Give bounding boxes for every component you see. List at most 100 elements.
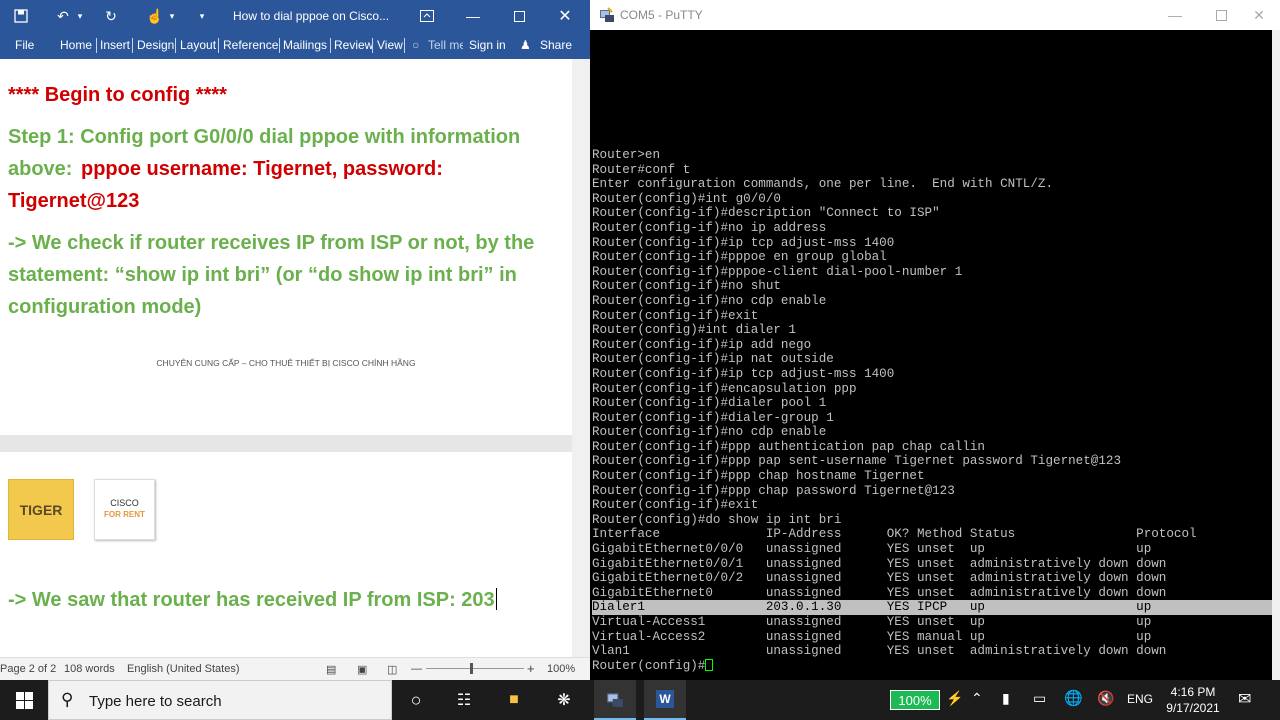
terminal-line: Router#conf t (592, 162, 691, 177)
file-explorer-icon[interactable]: ■ (494, 680, 534, 720)
tab-review[interactable]: Review (334, 38, 373, 52)
cortana-icon[interactable]: ○ (396, 680, 436, 720)
vertical-scrollbar[interactable] (572, 59, 590, 657)
minimize-icon[interactable]: — (1152, 0, 1198, 30)
tiger-logo: TIGER (8, 479, 74, 540)
terminal-line: Router(config-if)#ppp authentication pap… (592, 439, 985, 454)
language-indicator[interactable]: English (United States) (127, 663, 240, 675)
terminal-line: Router(config-if)#ip tcp adjust-mss 1400 (592, 235, 895, 250)
tab-mailings[interactable]: Mailings (283, 38, 327, 52)
task-view-icon[interactable]: ☷ (444, 680, 484, 720)
read-mode-icon[interactable]: ▤ (326, 663, 336, 676)
notifications-icon[interactable]: ✉ (1238, 689, 1251, 709)
terminal-line: GigabitEthernet0/0/1 unassigned YES unse… (592, 556, 1167, 571)
chevron-down-icon[interactable]: ▾ (70, 0, 90, 32)
power-plug-icon[interactable]: ⚡ (946, 690, 963, 707)
zoom-slider-thumb[interactable] (470, 663, 473, 674)
network-globe-icon[interactable]: 🌐 (1064, 689, 1083, 707)
terminal-line: Router(config-if)#no cdp enable (592, 425, 827, 440)
share-icon: ♟ (520, 38, 531, 52)
tab-layout[interactable]: Layout (180, 38, 216, 52)
save-icon[interactable] (6, 0, 36, 32)
terminal-line: Router(config-if)#description "Connect t… (592, 206, 940, 221)
input-language[interactable]: ENG (1127, 692, 1153, 706)
terminal-line: Router(config-if)#ppp pap sent-username … (592, 454, 1122, 469)
tab-design[interactable]: Design (137, 38, 174, 52)
check-line3: configuration mode) (8, 296, 202, 318)
maximize-icon[interactable] (504, 0, 534, 32)
putty-taskbar-icon[interactable] (594, 680, 636, 720)
putty-window: COM5 - PuTTY — ✕ Router>en Router#conf tE… (590, 0, 1280, 680)
sign-in-link[interactable]: Sign in (469, 38, 506, 52)
terminal-line: Interface IP-Address OK? Method Status P… (592, 527, 1197, 542)
tab-home[interactable]: Home (60, 38, 92, 52)
lightbulb-icon: ○ (412, 38, 420, 52)
terminal-output[interactable]: Router>en Router#conf t Enter configuratio… (592, 148, 1272, 680)
check-line2: statement: “show ip int bri” (or “do sho… (8, 264, 517, 286)
zoom-in-icon[interactable]: + (527, 661, 535, 676)
terminal-scrollbar[interactable] (1272, 30, 1280, 680)
battery-icon[interactable]: ▭ (1033, 690, 1046, 707)
terminal-line: Router(config-if)#pppoe-client dial-pool… (592, 264, 963, 279)
minimize-icon[interactable]: — (458, 0, 488, 32)
volume-muted-icon[interactable]: 🔇 (1097, 690, 1114, 707)
clock-date: 9/17/2021 (1166, 701, 1220, 715)
status-bar: Page 2 of 2 108 words English (United St… (0, 657, 590, 680)
tell-me-search[interactable]: Tell me (428, 38, 463, 52)
result-line: -> We saw that router has received IP fr… (8, 588, 497, 611)
terminal-line: Router(config-if)#pppoe en group global (592, 250, 887, 265)
battery-indicator[interactable]: 100% (890, 690, 940, 710)
close-icon[interactable]: ✕ (1236, 0, 1280, 30)
terminal-line: Router(config-if)#ppp chap password Tige… (592, 483, 955, 498)
redo-icon[interactable]: ↻ (96, 0, 126, 32)
taskbar-search-box[interactable]: ⚲ Type here to search (48, 680, 392, 720)
terminal-line: Router(config-if)#encapsulation ppp (592, 381, 857, 396)
terminal-line: GigabitEthernet0/0/0 unassigned YES unse… (592, 542, 1152, 557)
step1-line2-prefix: above: (8, 158, 73, 180)
word-taskbar-icon[interactable]: W (644, 680, 686, 720)
step1-line1: Step 1: Config port G0/0/0 dial pppoe wi… (8, 126, 521, 148)
search-icon: ⚲ (61, 690, 74, 709)
windows-start-icon[interactable] (0, 680, 48, 720)
browser-icon[interactable]: ❋ (544, 680, 584, 720)
terminal-line: Router(config)#int g0/0/0 (592, 191, 781, 206)
putty-title: COM5 - PuTTY (620, 8, 703, 22)
tab-insert[interactable]: Insert (100, 38, 130, 52)
clock[interactable]: 4:16 PM 9/17/2021 (1158, 684, 1228, 716)
chevron-up-icon[interactable]: ⌃ (971, 690, 983, 707)
zoom-level[interactable]: 100% (547, 663, 575, 675)
zoom-slider[interactable] (426, 668, 524, 669)
document-area: **** Begin to config **** Step 1: Config… (0, 59, 590, 657)
terminal-line: Dialer1 203.0.1.30 YES IPCP up up (592, 600, 1272, 615)
terminal-line: Router(config-if)#no ip address (592, 220, 827, 235)
tab-references[interactable]: References (223, 38, 278, 52)
tab-file[interactable]: File (15, 38, 34, 52)
customize-toolbar-icon[interactable]: ▾ (190, 0, 214, 32)
tab-view[interactable]: View (377, 38, 403, 52)
terminal-line: GigabitEthernet0/0/2 unassigned YES unse… (592, 571, 1167, 586)
terminal-prompt[interactable]: Router(config)# (592, 658, 1272, 674)
word-count[interactable]: 108 words (64, 663, 115, 675)
putty-icon (599, 7, 615, 23)
share-button[interactable]: Share (540, 38, 572, 52)
terminal-line: Virtual-Access2 unassigned YES manual up… (592, 629, 1152, 644)
search-placeholder: Type here to search (89, 693, 222, 710)
terminal-cursor (705, 658, 714, 671)
print-layout-icon[interactable]: ▣ (357, 663, 367, 676)
zoom-out-icon[interactable]: — (411, 663, 422, 675)
clock-time: 4:16 PM (1170, 685, 1216, 699)
document-page-2: TIGER CISCO FOR RENT -> We saw that rout… (0, 452, 572, 657)
web-layout-icon[interactable]: ◫ (387, 663, 397, 676)
usb-icon[interactable]: ▮ (1002, 690, 1010, 707)
terminal-line: Vlan1 unassigned YES unset administrativ… (592, 644, 1167, 659)
chevron-down-icon[interactable]: ▾ (162, 0, 182, 32)
terminal-line: GigabitEthernet0 unassigned YES unset ad… (592, 585, 1167, 600)
terminal-line: Virtual-Access1 unassigned YES unset up … (592, 615, 1152, 629)
page-count[interactable]: Page 2 of 2 (0, 663, 56, 675)
cisco-for-rent-logo: CISCO FOR RENT (94, 479, 155, 540)
page-footer: CHUYÊN CUNG CẤP – CHO THUÊ THIẾT BỊ CISC… (156, 358, 416, 368)
word-titlebar: ↶ ▾ ↻ ☝ ▾ ▾ How to dial pppoe on Cisco..… (0, 0, 590, 32)
close-icon[interactable]: ✕ (550, 0, 580, 32)
ribbon-display-icon[interactable] (412, 0, 442, 32)
terminal-line: Router(config-if)#dialer pool 1 (592, 396, 827, 411)
